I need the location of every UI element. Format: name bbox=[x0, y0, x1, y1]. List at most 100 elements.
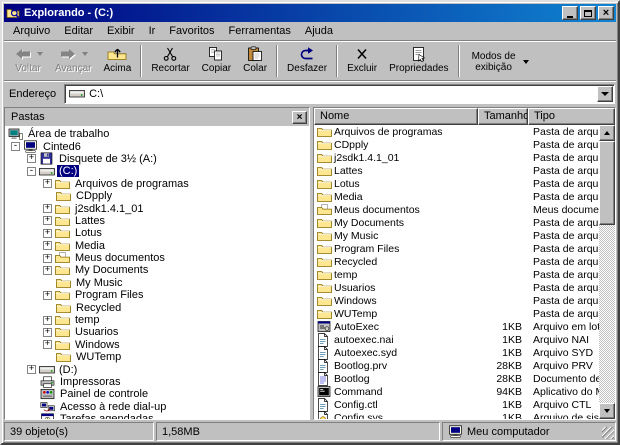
tree-expander-plus-icon[interactable]: + bbox=[43, 253, 52, 263]
file-row[interactable]: Meus documentos Meus documentos bbox=[314, 203, 599, 216]
resize-grip[interactable] bbox=[602, 427, 614, 439]
toolbar-desfazer-button[interactable]: Desfazer bbox=[281, 43, 333, 79]
column-header-size[interactable]: Tamanho bbox=[478, 108, 528, 125]
tree-item[interactable]: + Lotus bbox=[5, 227, 309, 239]
file-type: Pasta de arquivos bbox=[533, 177, 599, 190]
file-row[interactable]: Program Files Pasta de arquivos bbox=[314, 242, 599, 255]
file-row[interactable]: Windows Pasta de arquivos bbox=[314, 294, 599, 307]
file-row[interactable]: Media Pasta de arquivos bbox=[314, 190, 599, 203]
tree-expander-plus-icon[interactable]: + bbox=[43, 228, 52, 238]
tree-item[interactable]: + (D:) bbox=[5, 363, 309, 376]
tree-item[interactable]: + Disquete de 3½ (A:) bbox=[5, 153, 309, 165]
tree-item[interactable]: Tarefas agendadas bbox=[5, 413, 309, 419]
toolbar-modos-button[interactable]: Modos de exibição bbox=[463, 43, 535, 79]
toolbar-excluir-button[interactable]: Excluir bbox=[341, 43, 383, 79]
menu-item-editar[interactable]: Editar bbox=[57, 23, 100, 39]
menu-item-favoritos[interactable]: Favoritos bbox=[162, 23, 221, 39]
tree-expander-plus-icon[interactable]: + bbox=[43, 216, 52, 226]
close-button[interactable]: × bbox=[598, 6, 614, 20]
file-row[interactable]: Autoexec.syd 1KB Arquivo SYD bbox=[314, 345, 599, 360]
vertical-scrollbar[interactable] bbox=[599, 125, 615, 419]
file-row[interactable]: Usuarios Pasta de arquivos bbox=[314, 281, 599, 294]
tree-expander-plus-icon[interactable]: + bbox=[43, 315, 52, 325]
tree-item[interactable]: + temp bbox=[5, 314, 309, 326]
menu-item-ajuda[interactable]: Ajuda bbox=[298, 23, 340, 39]
toolbar-recortar-button[interactable]: Recortar bbox=[145, 43, 195, 79]
tree-item[interactable]: Painel de controle bbox=[5, 388, 309, 400]
tree-expander-plus-icon[interactable]: + bbox=[43, 290, 52, 300]
file-row[interactable]: Lattes Pasta de arquivos bbox=[314, 164, 599, 177]
tree-item[interactable]: CDpply bbox=[5, 190, 309, 202]
tree-expander-plus-icon[interactable]: + bbox=[27, 154, 36, 164]
scroll-up-button[interactable] bbox=[599, 125, 615, 141]
toolbar-avancar-button[interactable]: Avançar bbox=[49, 43, 98, 79]
tree-expander-plus-icon[interactable]: + bbox=[43, 179, 52, 189]
scroll-down-button[interactable] bbox=[599, 403, 615, 419]
tree-expander-plus-icon[interactable]: + bbox=[43, 327, 52, 337]
tree-item[interactable]: + Usuarios bbox=[5, 326, 309, 338]
tree-item[interactable]: Impressoras bbox=[5, 376, 309, 388]
file-row[interactable]: temp Pasta de arquivos bbox=[314, 268, 599, 281]
menu-item-arquivo[interactable]: Arquivo bbox=[6, 23, 57, 39]
tree-item[interactable]: + My Documents bbox=[5, 264, 309, 276]
tree-expander-plus-icon[interactable]: + bbox=[43, 204, 52, 214]
tree-item[interactable]: Recycled bbox=[5, 301, 309, 314]
file-row[interactable]: Config.ctl 1KB Arquivo CTL bbox=[314, 397, 599, 412]
tree-item[interactable]: + Arquivos de programas bbox=[5, 178, 309, 190]
folders-close-button[interactable]: × bbox=[292, 110, 307, 124]
maximize-button[interactable] bbox=[580, 6, 596, 20]
tree-item[interactable]: WUTemp bbox=[5, 351, 309, 363]
tree-expander-plus-icon[interactable]: + bbox=[43, 340, 52, 350]
tree-expander-plus-icon[interactable]: + bbox=[43, 265, 52, 275]
file-row[interactable]: Bootlog 28KB Documento de texto bbox=[314, 371, 599, 386]
scrollbar-thumb[interactable] bbox=[599, 141, 615, 225]
tree-item[interactable]: + Meus documentos bbox=[5, 252, 309, 264]
file-row[interactable]: Recycled Pasta de arquivos bbox=[314, 255, 599, 268]
tree-item-label: Tarefas agendadas bbox=[58, 413, 156, 419]
tree-expander-minus-icon[interactable]: - bbox=[11, 142, 20, 152]
tree-expander-plus-icon[interactable]: + bbox=[43, 241, 52, 251]
file-row[interactable]: Bootlog.prv 28KB Arquivo PRV bbox=[314, 358, 599, 373]
toolbar-acima-button[interactable]: Acima bbox=[98, 43, 138, 79]
file-row[interactable]: My Documents Pasta de arquivos bbox=[314, 216, 599, 229]
tree-item[interactable]: - (C:) bbox=[5, 165, 309, 178]
file-row[interactable]: AutoExec 1KB Arquivo em lotes MS bbox=[314, 320, 599, 333]
column-header-type[interactable]: Tipo bbox=[528, 108, 615, 125]
address-combo[interactable]: C:\ bbox=[64, 83, 615, 104]
file-row[interactable]: autoexec.nai 1KB Arquivo NAI bbox=[314, 332, 599, 347]
file-name: AutoExec bbox=[334, 320, 379, 333]
desktop-icon bbox=[8, 128, 26, 141]
tree-item[interactable]: + Lattes bbox=[5, 215, 309, 227]
toolbar-voltar-button[interactable]: Voltar bbox=[7, 43, 49, 79]
menu-item-ferramentas[interactable]: Ferramentas bbox=[222, 23, 298, 39]
tree-item[interactable]: + j2sdk1.4.1_01 bbox=[5, 202, 309, 215]
menu-item-exibir[interactable]: Exibir bbox=[100, 23, 142, 39]
tree-item[interactable]: Acesso à rede dial-up bbox=[5, 401, 309, 413]
toolbar-propriedades-button[interactable]: Propriedades bbox=[383, 43, 454, 79]
tree-item[interactable]: + Program Files bbox=[5, 289, 309, 301]
file-row[interactable]: My Music Pasta de arquivos bbox=[314, 229, 599, 242]
file-row[interactable]: Lotus Pasta de arquivos bbox=[314, 177, 599, 190]
tree-item[interactable]: Área de trabalho bbox=[5, 128, 309, 140]
toolbar-colar-button[interactable]: Colar bbox=[237, 43, 273, 79]
file-row[interactable]: WUTemp Pasta de arquivos bbox=[314, 307, 599, 320]
file-row[interactable]: j2sdk1.4.1_01 Pasta de arquivos bbox=[314, 151, 599, 164]
tree-item[interactable]: + Media bbox=[5, 240, 309, 252]
address-dropdown-button[interactable] bbox=[597, 85, 613, 102]
scrollbar-track[interactable] bbox=[599, 141, 615, 403]
tree-item[interactable]: My Music bbox=[5, 277, 309, 289]
file-row[interactable]: Config.sys 1KB Arquivo de sistema bbox=[314, 410, 599, 419]
tree-item[interactable]: - Cinted6 bbox=[5, 140, 309, 153]
titlebar[interactable]: Explorando - (C:) × bbox=[4, 4, 616, 22]
file-row[interactable]: CDpply Pasta de arquivos bbox=[314, 138, 599, 151]
minimize-button[interactable] bbox=[562, 6, 578, 20]
tree-expander-minus-icon[interactable]: - bbox=[27, 166, 36, 176]
menu-item-ir[interactable]: Ir bbox=[142, 23, 163, 39]
tree-item[interactable]: + Windows bbox=[5, 339, 309, 351]
file-row[interactable]: Command 94KB Aplicativo do MS-D bbox=[314, 385, 599, 398]
file-row[interactable]: Arquivos de programas Pasta de arquivos bbox=[314, 125, 599, 138]
column-header-name[interactable]: Nome bbox=[314, 108, 478, 125]
tree-expander-plus-icon[interactable]: + bbox=[27, 365, 36, 375]
computer-icon bbox=[23, 140, 41, 153]
toolbar-copiar-button[interactable]: Copiar bbox=[196, 43, 237, 79]
